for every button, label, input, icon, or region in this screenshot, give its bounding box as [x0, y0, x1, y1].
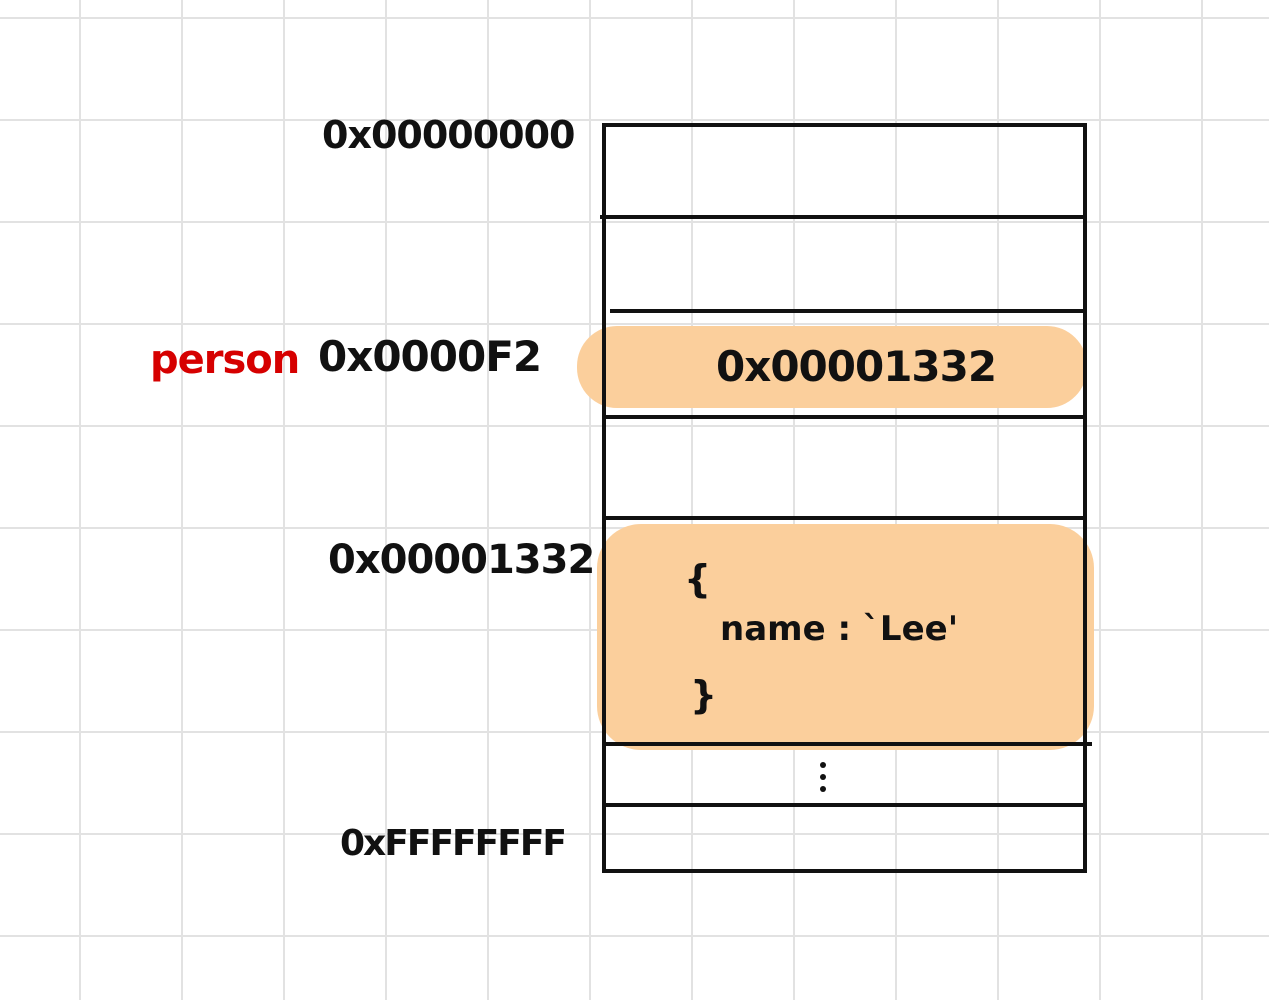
variable-label-person: person [150, 337, 300, 383]
memory-row-divider [610, 309, 1085, 313]
address-label-start: 0x00000000 [322, 113, 575, 157]
memory-row-divider [604, 803, 1085, 807]
ellipsis-icon [818, 760, 828, 794]
object-open-brace: { [684, 557, 712, 601]
memory-row-divider [604, 415, 1085, 419]
address-label-end: 0xFFFFFFFF [340, 823, 567, 864]
memory-table [602, 123, 1087, 873]
address-label-person: 0x0000F2 [318, 332, 542, 381]
address-label-object: 0x00001332 [328, 537, 595, 583]
memory-row-divider [600, 215, 1085, 219]
memory-row-divider [604, 742, 1092, 746]
person-cell-value: 0x00001332 [716, 342, 997, 391]
memory-row-divider [604, 516, 1085, 520]
object-property: name : `Lee' [720, 609, 959, 649]
object-close-brace: } [690, 673, 718, 717]
